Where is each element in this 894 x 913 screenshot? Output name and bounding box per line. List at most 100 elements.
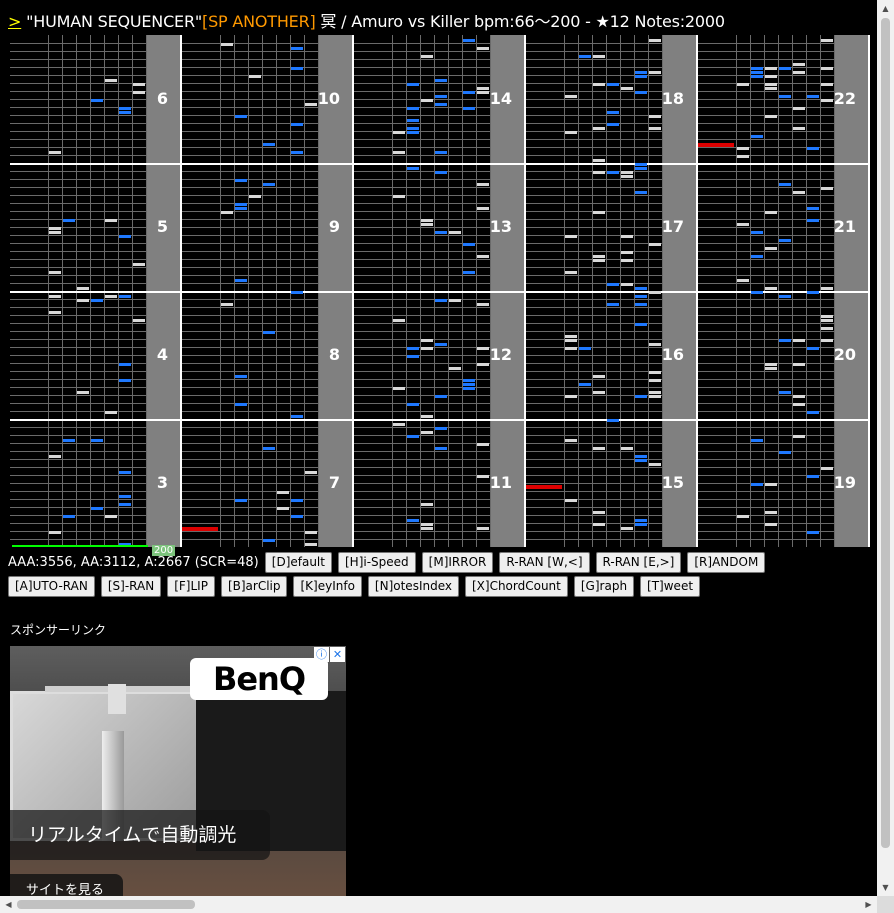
lane-divider — [420, 291, 421, 419]
measure-8: 8 — [182, 291, 354, 419]
note — [463, 387, 475, 390]
default-button[interactable]: [D]efault — [264, 552, 332, 573]
note — [793, 63, 805, 66]
grid-line — [354, 227, 490, 228]
note — [649, 71, 661, 74]
scroll-left-icon[interactable]: ◀ — [0, 896, 17, 913]
grid-line — [698, 243, 834, 244]
r-ran-w-button[interactable]: R-RAN [W,<] — [499, 552, 590, 573]
grid-line — [354, 451, 490, 452]
lane-divider — [778, 419, 779, 547]
grid-line — [354, 467, 490, 468]
grid-line — [10, 539, 146, 540]
scroll-up-icon[interactable]: ▲ — [877, 0, 894, 17]
note — [49, 455, 61, 458]
note — [649, 115, 661, 118]
grid-line — [182, 435, 318, 436]
adchoices[interactable]: ⓘ ✕ — [314, 647, 345, 662]
grid-line — [526, 123, 662, 124]
lane-divider — [392, 291, 393, 419]
note — [593, 171, 605, 174]
note — [607, 303, 619, 306]
grid-line — [698, 283, 834, 284]
note — [621, 175, 633, 178]
note — [477, 87, 489, 90]
scroll-right-icon[interactable]: ▶ — [860, 896, 877, 913]
measure-line — [182, 291, 352, 293]
grid-line — [182, 307, 318, 308]
flip-button[interactable]: [F]LIP — [167, 576, 215, 597]
lane-divider — [736, 291, 737, 419]
grid-line — [182, 187, 318, 188]
measure-number: 8 — [328, 345, 340, 364]
grid-line — [354, 115, 490, 116]
grid-line — [182, 371, 318, 372]
notesindex-button[interactable]: [N]otesIndex — [367, 576, 459, 597]
lane-divider — [220, 291, 221, 419]
lane-divider — [778, 35, 779, 163]
grid-line — [10, 507, 146, 508]
lane-divider — [806, 163, 807, 291]
keyinfo-button[interactable]: [K]eyInfo — [293, 576, 362, 597]
note — [393, 319, 405, 322]
vertical-scrollbar[interactable]: ▲ ▼ — [877, 0, 894, 896]
note — [105, 515, 117, 518]
grid-line — [526, 355, 662, 356]
grid-line — [354, 283, 490, 284]
note — [779, 183, 791, 186]
grid-line — [526, 315, 662, 316]
note — [565, 335, 577, 338]
note — [635, 523, 647, 526]
hi-speed-button[interactable]: [H]i-Speed — [337, 552, 416, 573]
lane-divider — [606, 35, 607, 163]
grid-line — [10, 531, 146, 532]
r-ran-e-button[interactable]: R-RAN [E,>] — [595, 552, 682, 573]
random-button[interactable]: [R]ANDOM — [687, 552, 766, 573]
barclip-button[interactable]: [B]arClip — [220, 576, 288, 597]
ad-banner[interactable]: BenQ ⓘ ✕ リアルタイムで自動調光 サイトを見る — [10, 646, 346, 906]
lane-divider — [606, 163, 607, 291]
grid-line — [10, 331, 146, 332]
note — [793, 435, 805, 438]
vertical-scroll-thumb[interactable] — [881, 18, 890, 848]
note — [235, 115, 247, 118]
note — [765, 247, 777, 250]
note — [291, 499, 303, 502]
lane-divider — [606, 419, 607, 547]
grid-line — [526, 363, 662, 364]
chordcount-button[interactable]: [X]ChordCount — [464, 576, 568, 597]
note — [635, 395, 647, 398]
note — [393, 387, 405, 390]
measure-line — [10, 163, 180, 165]
grid-line — [182, 531, 318, 532]
lane-divider — [392, 163, 393, 291]
grid-line — [10, 99, 146, 100]
scroll-down-icon[interactable]: ▼ — [877, 879, 894, 896]
lane-divider — [62, 163, 63, 291]
note — [435, 95, 447, 98]
grid-line — [182, 355, 318, 356]
note — [277, 507, 289, 510]
note — [807, 531, 819, 534]
info-icon[interactable]: ⓘ — [314, 647, 329, 662]
close-icon[interactable]: ✕ — [330, 647, 345, 662]
grid-line — [10, 483, 146, 484]
note — [77, 287, 89, 290]
note — [221, 211, 233, 214]
grid-line — [354, 355, 490, 356]
lane-divider — [104, 35, 105, 163]
mirror-button[interactable]: [M]IRROR — [421, 552, 494, 573]
tweet-button[interactable]: [T]weet — [640, 576, 701, 597]
note — [477, 347, 489, 350]
grid-line — [10, 179, 146, 180]
horizontal-scroll-thumb[interactable] — [17, 900, 195, 909]
s-ran-button[interactable]: [S]-RAN — [100, 576, 162, 597]
grid-line — [182, 331, 318, 332]
auto-ran-button[interactable]: [A]UTO-RAN — [8, 576, 95, 597]
horizontal-scrollbar[interactable]: ◀ ▶ — [0, 896, 877, 913]
note — [91, 507, 103, 510]
graph-button[interactable]: [G]raph — [573, 576, 635, 597]
lane-divider — [592, 163, 593, 291]
grid-line — [526, 251, 662, 252]
back-link[interactable]: > — [8, 12, 21, 31]
